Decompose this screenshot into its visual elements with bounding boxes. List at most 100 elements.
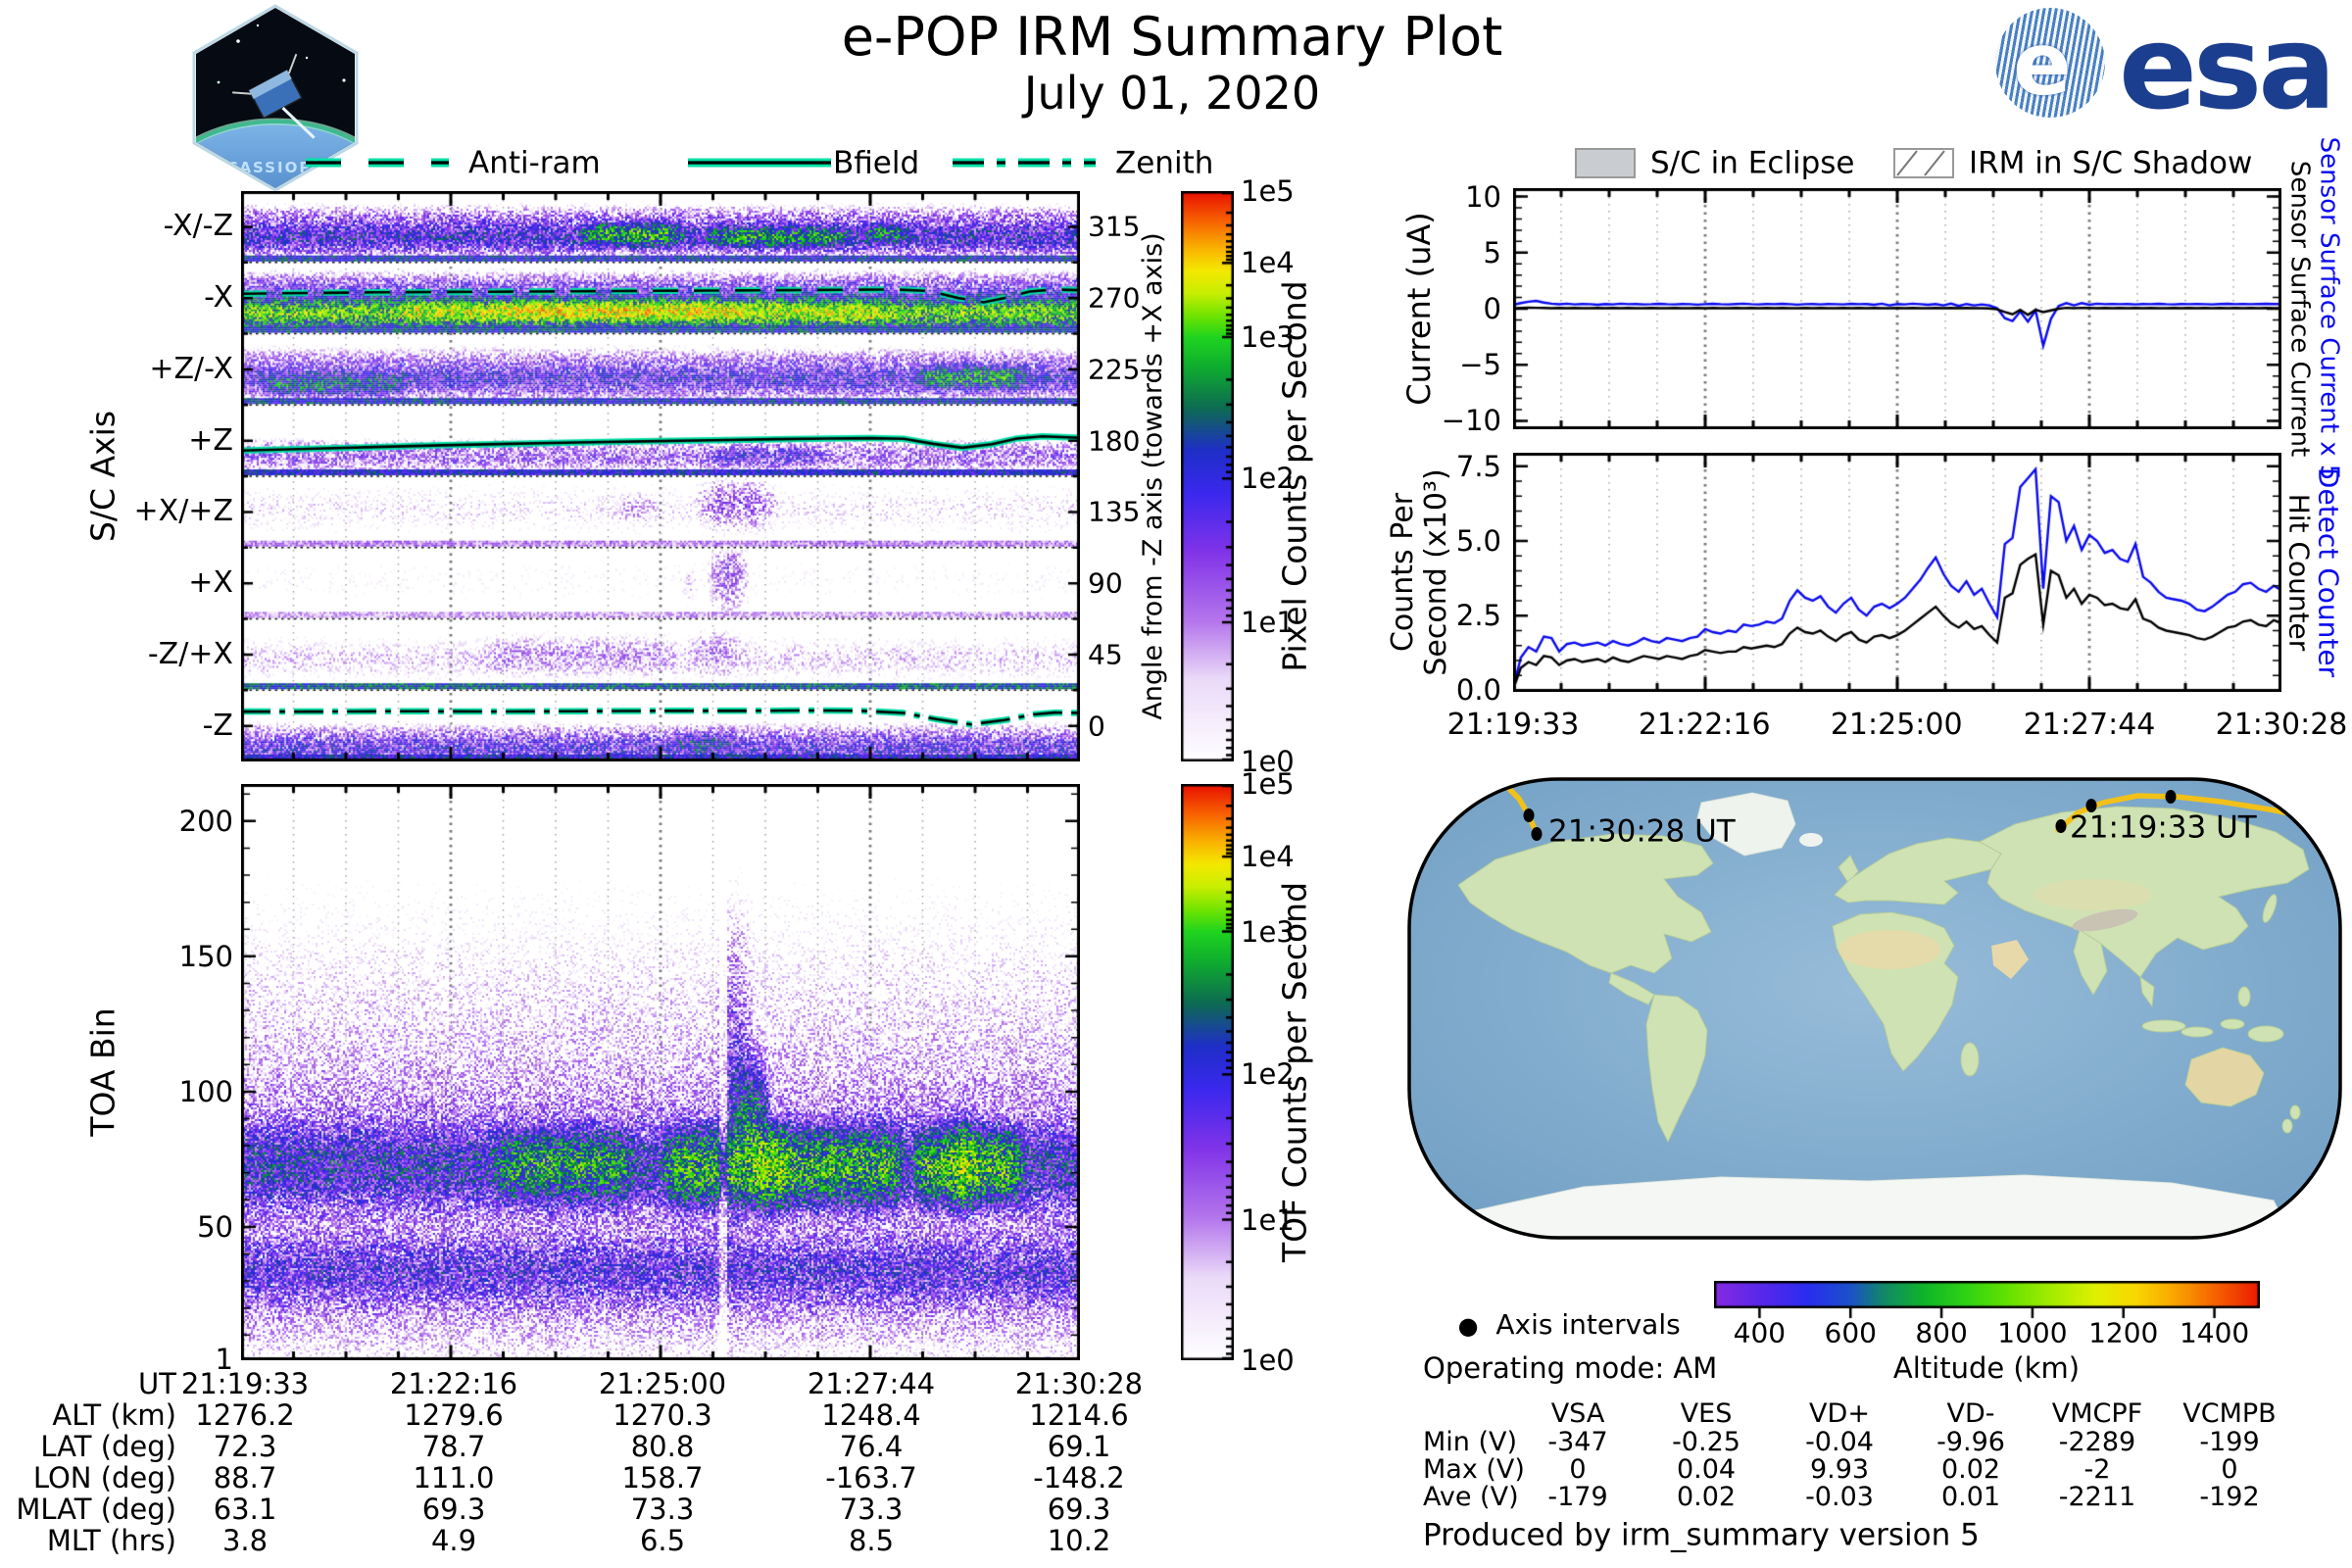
ephemeris-value: 1270.3 (612, 1397, 712, 1432)
counts-ytick: 2.5 (1455, 598, 1501, 632)
altitude-tick-label: 1200 (2088, 1316, 2159, 1349)
toa-ylabel: TOA Bin (83, 1007, 122, 1137)
hit-counter-label: Hit Counter (2282, 493, 2316, 652)
tof-cb-tick: 1e5 (1241, 766, 1295, 801)
counts-ytick: 7.5 (1455, 449, 1501, 483)
current-ytick: −10 (1441, 404, 1501, 438)
voltage-value: -192 (2199, 1481, 2260, 1512)
angle-tick-label: 90 (1088, 566, 1123, 600)
ephemeris-value: 69.3 (1047, 1492, 1111, 1526)
voltage-value: -2 (2083, 1453, 2111, 1485)
angle-tick-label: 180 (1088, 423, 1141, 457)
voltage-column-header: VES (1680, 1397, 1733, 1429)
legend-sample-solid (688, 158, 831, 168)
band-label-zx: -Z/+X (147, 637, 233, 672)
time-tick-label: 21:19:33 (1446, 708, 1580, 743)
ephemeris-value: 69.3 (421, 1492, 486, 1526)
time-tick-label: 21:25:00 (1830, 708, 1963, 743)
angle-tick-label: 135 (1088, 495, 1141, 528)
ephemeris-value: 1214.6 (1029, 1397, 1129, 1432)
ephemeris-value: 73.3 (630, 1492, 695, 1526)
axis-interval-dot (1523, 808, 1535, 822)
axis-interval-dot (1531, 827, 1543, 841)
pixel-counts-colorbar (1181, 191, 1234, 761)
current-ytick: 0 (1483, 291, 1501, 325)
ephemeris-value: -148.2 (1033, 1460, 1125, 1494)
voltage-value: 0 (1569, 1453, 1587, 1485)
summary-plot-page: CASSIOPE e-POP IRM Summary Plot July 01,… (0, 0, 2352, 1568)
counts-ylabel-line2: Second (x10³) (1419, 468, 1454, 676)
pixel-cb-tick: 1e5 (1241, 173, 1295, 208)
axis-intervals-dot-icon: ● (1457, 1312, 1479, 1341)
altitude-tick-label: 1000 (1997, 1316, 2068, 1349)
voltage-value: -9.96 (1936, 1426, 2005, 1457)
toa-tick-label: 100 (178, 1074, 233, 1108)
voltage-column-header: VD+ (1809, 1397, 1870, 1429)
ephemeris-value: 111.0 (413, 1460, 495, 1494)
current-ylabel: Current (uA) (1400, 212, 1439, 406)
page-date: July 01, 2020 (1023, 67, 1321, 120)
ephemeris-value: 73.3 (839, 1492, 904, 1526)
esa-logo: e esa (1995, 0, 2336, 135)
band-label-zx: +Z/-X (149, 352, 233, 387)
altitude-colorbar (1714, 1281, 2260, 1320)
counts-ytick: 5.0 (1455, 523, 1501, 558)
pixel-cb-tick: 1e1 (1241, 605, 1295, 639)
tof-cb-tick: 1e3 (1241, 914, 1295, 949)
ephemeris-row-label: MLT (hrs) (46, 1523, 176, 1557)
legend-label-bfield: Bfield (833, 145, 920, 181)
legend-label-zenith: Zenith (1115, 145, 1214, 181)
ephemeris-row-label: MLAT (deg) (16, 1492, 176, 1526)
voltage-value: -0.03 (1805, 1481, 1874, 1512)
ephemeris-row-label: ALT (km) (52, 1397, 176, 1432)
voltage-row-label: Min (V) (1423, 1426, 1518, 1457)
voltage-column-header: VD- (1946, 1397, 1995, 1429)
voltage-column-header: VCMPB (2182, 1397, 2277, 1429)
angle-tick-label: 45 (1088, 638, 1123, 671)
ephemeris-value: 3.8 (221, 1523, 269, 1557)
voltage-value: 0.02 (1940, 1453, 2001, 1485)
altitude-tick-label: 600 (1824, 1316, 1877, 1349)
altitude-tick-label: 400 (1733, 1316, 1787, 1349)
legend-label-s-c-in-eclipse: S/C in Eclipse (1650, 145, 1855, 181)
ephemeris-row-label: LAT (deg) (40, 1429, 176, 1463)
ephemeris-value: 1248.4 (821, 1397, 921, 1432)
voltage-value: -0.04 (1805, 1426, 1874, 1457)
ephemeris-value: 8.5 (848, 1523, 895, 1557)
voltage-row-label: Ave (V) (1423, 1481, 1519, 1512)
angle-tick-label: 315 (1088, 210, 1141, 243)
angle-axis-label: Angle from -Z axis (towards +X axis) (1137, 232, 1168, 720)
band-label-xz: -X/-Z (163, 209, 233, 244)
ephemeris-value: 21:19:33 (180, 1366, 310, 1400)
voltage-column-header: VMCPF (2051, 1397, 2143, 1429)
ephemeris-value: 1276.2 (195, 1397, 295, 1432)
tof-cb-tick: 1e0 (1241, 1343, 1295, 1377)
legend-label-antiram: Anti-ram (468, 145, 601, 181)
current-ytick: −5 (1459, 347, 1501, 381)
angle-tick-label: 0 (1088, 709, 1105, 742)
ephemeris-value: 10.2 (1047, 1523, 1111, 1557)
counts-ytick: 0.0 (1455, 673, 1501, 708)
map-start-time-label: 21:19:33 UT (2070, 809, 2257, 846)
altitude-tick-label: 800 (1915, 1316, 1968, 1349)
ephemeris-value: 72.3 (213, 1429, 277, 1463)
ephemeris-row-label: UT (138, 1366, 176, 1400)
map-sahara (1838, 930, 1940, 969)
voltage-value: 0.04 (1676, 1453, 1737, 1485)
current-ytick: 10 (1465, 179, 1501, 214)
axis-intervals-text: Axis intervals (1495, 1308, 1681, 1342)
toa-tick-label: 200 (178, 804, 233, 838)
axis-interval-dot (2055, 819, 2067, 833)
sc-axis-spectrogram (241, 191, 1080, 761)
axis-interval-dot (2165, 790, 2177, 804)
time-tick-label: 21:30:28 (2215, 708, 2348, 743)
current-ytick: 5 (1483, 235, 1501, 270)
sensor-current-chart (1513, 188, 2281, 429)
voltage-value: -0.25 (1672, 1426, 1740, 1457)
legend-swatch-hatched (1893, 148, 1954, 178)
toa-spectrogram (241, 784, 1080, 1360)
legend-label-irm-in-s-c-shadow: IRM in S/C Shadow (1969, 145, 2253, 181)
esa-wordmark: esa (2119, 0, 2336, 135)
voltage-value: 9.93 (1809, 1453, 1870, 1485)
voltage-value: -179 (1547, 1481, 1608, 1512)
